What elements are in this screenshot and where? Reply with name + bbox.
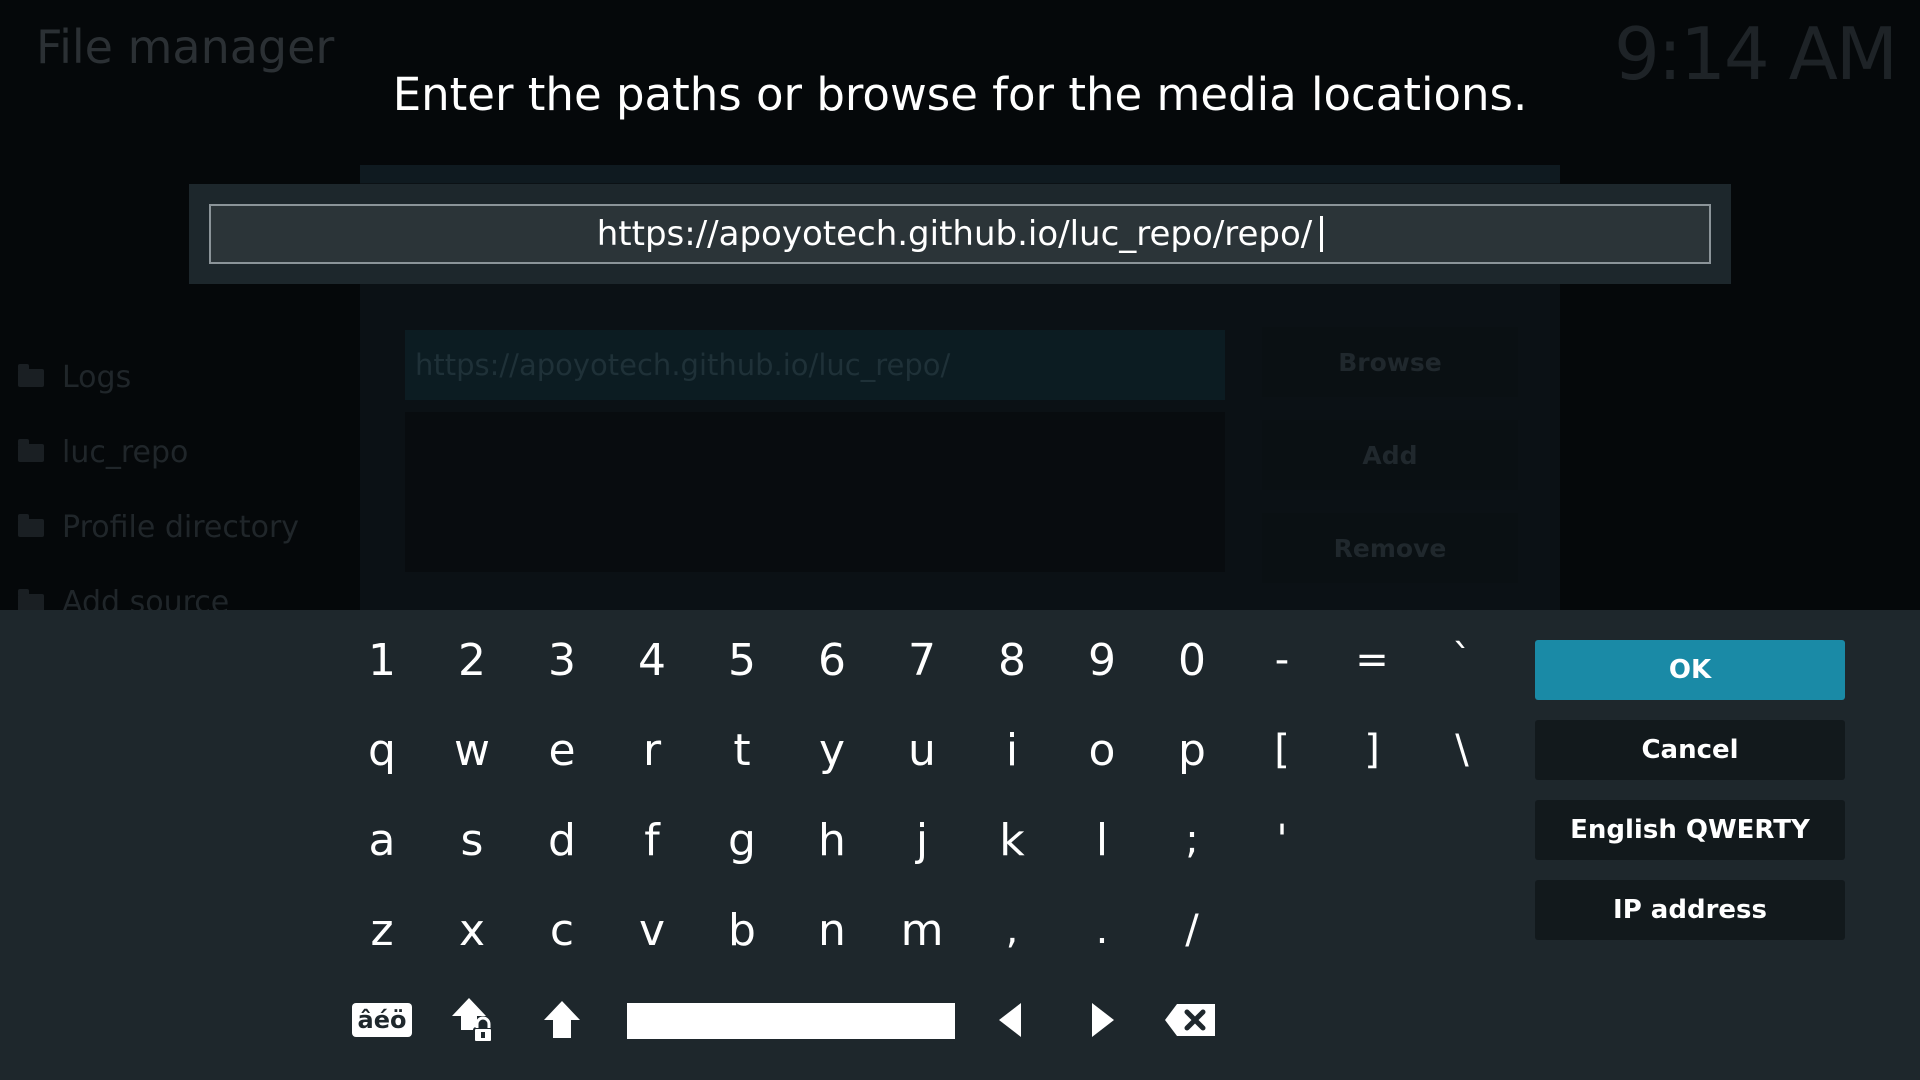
source-path-field[interactable]: https://apoyotech.github.io/luc_repo/	[405, 330, 1225, 400]
key-0-12[interactable]: `	[1417, 620, 1507, 700]
key-1-3[interactable]: r	[607, 710, 697, 790]
key-2-10[interactable]: '	[1237, 800, 1327, 880]
path-input-value: https://apoyotech.github.io/luc_repo/rep…	[596, 214, 1313, 254]
key-0-5[interactable]: 6	[787, 620, 877, 700]
key-1-4[interactable]: t	[697, 710, 787, 790]
key-3-4[interactable]: b	[697, 890, 787, 970]
key-3-9[interactable]: /	[1147, 890, 1237, 970]
dialog-heading: Enter the paths or browse for the media …	[392, 68, 1528, 121]
folder-icon	[18, 513, 44, 537]
key-2-3[interactable]: f	[607, 800, 697, 880]
key-3-1[interactable]: x	[427, 890, 517, 970]
key-0-6[interactable]: 7	[877, 620, 967, 700]
shift-icon[interactable]	[517, 980, 607, 1060]
key-0-1[interactable]: 2	[427, 620, 517, 700]
key-1-8[interactable]: o	[1057, 710, 1147, 790]
key-1-2[interactable]: e	[517, 710, 607, 790]
key-0-10[interactable]: -	[1237, 620, 1327, 700]
accent-key-label: âéö	[351, 1003, 413, 1037]
key-2-8[interactable]: l	[1057, 800, 1147, 880]
key-2-7[interactable]: k	[967, 800, 1057, 880]
key-0-8[interactable]: 9	[1057, 620, 1147, 700]
browse-button[interactable]: Browse	[1262, 327, 1518, 397]
key-2-0[interactable]: a	[337, 800, 427, 880]
key-0-0[interactable]: 1	[337, 620, 427, 700]
key-1-11[interactable]: ]	[1327, 710, 1417, 790]
key-1-10[interactable]: [	[1237, 710, 1327, 790]
caps-lock-icon[interactable]	[427, 980, 517, 1060]
list-item[interactable]: Profile directory	[18, 490, 348, 565]
key-1-7[interactable]: i	[967, 710, 1057, 790]
arrow-right-icon[interactable]	[1058, 980, 1148, 1060]
key-1-12[interactable]: \	[1417, 710, 1507, 790]
accent-key[interactable]: âéö	[337, 980, 427, 1060]
key-0-2[interactable]: 3	[517, 620, 607, 700]
remove-button[interactable]: Remove	[1262, 513, 1518, 583]
cancel-button[interactable]: Cancel	[1535, 720, 1845, 780]
key-1-6[interactable]: u	[877, 710, 967, 790]
key-3-6[interactable]: m	[877, 890, 967, 970]
key-0-3[interactable]: 4	[607, 620, 697, 700]
ok-button[interactable]: OK	[1535, 640, 1845, 700]
keyboard-layout-button[interactable]: English QWERTY	[1535, 800, 1845, 860]
key-1-9[interactable]: p	[1147, 710, 1237, 790]
space-bar[interactable]	[627, 1003, 955, 1039]
key-1-5[interactable]: y	[787, 710, 877, 790]
virtual-keyboard: 1 2 3 4 5 6 7 8 9 0- = ` q w e r t y u i o p[] \ a s d f g h j k l; ' z x c…	[0, 610, 1920, 1080]
key-2-9[interactable]: ;	[1147, 800, 1237, 880]
key-1-1[interactable]: w	[427, 710, 517, 790]
key-2-4[interactable]: g	[697, 800, 787, 880]
text-caret	[1320, 216, 1324, 252]
dialog-header	[360, 165, 1560, 183]
key-2-2[interactable]: d	[517, 800, 607, 880]
input-panel: https://apoyotech.github.io/luc_repo/rep…	[189, 184, 1731, 284]
key-3-3[interactable]: v	[607, 890, 697, 970]
key-0-9[interactable]: 0	[1147, 620, 1237, 700]
list-item[interactable]: luc_repo	[18, 415, 348, 490]
ip-address-button[interactable]: IP address	[1535, 880, 1845, 940]
folder-icon	[18, 438, 44, 462]
sources-list: Logs luc_repo Profile directory Add sour…	[18, 340, 348, 640]
key-3-0[interactable]: z	[337, 890, 427, 970]
add-button[interactable]: Add	[1262, 420, 1518, 490]
source-paths-list	[405, 412, 1225, 572]
folder-icon	[18, 588, 44, 612]
window-title: File manager	[36, 20, 335, 74]
key-0-4[interactable]: 5	[697, 620, 787, 700]
folder-icon	[18, 363, 44, 387]
key-3-8[interactable]: .	[1057, 890, 1147, 970]
key-2-1[interactable]: s	[427, 800, 517, 880]
key-0-11[interactable]: =	[1327, 620, 1417, 700]
key-2-6[interactable]: j	[877, 800, 967, 880]
key-3-5[interactable]: n	[787, 890, 877, 970]
backspace-icon[interactable]	[1145, 980, 1235, 1060]
key-0-7[interactable]: 8	[967, 620, 1057, 700]
list-item[interactable]: Logs	[18, 340, 348, 415]
key-2-5[interactable]: h	[787, 800, 877, 880]
key-3-2[interactable]: c	[517, 890, 607, 970]
key-1-0[interactable]: q	[337, 710, 427, 790]
arrow-left-icon[interactable]	[965, 980, 1055, 1060]
key-3-7[interactable]: ,	[967, 890, 1057, 970]
path-input[interactable]: https://apoyotech.github.io/luc_repo/rep…	[209, 204, 1711, 264]
